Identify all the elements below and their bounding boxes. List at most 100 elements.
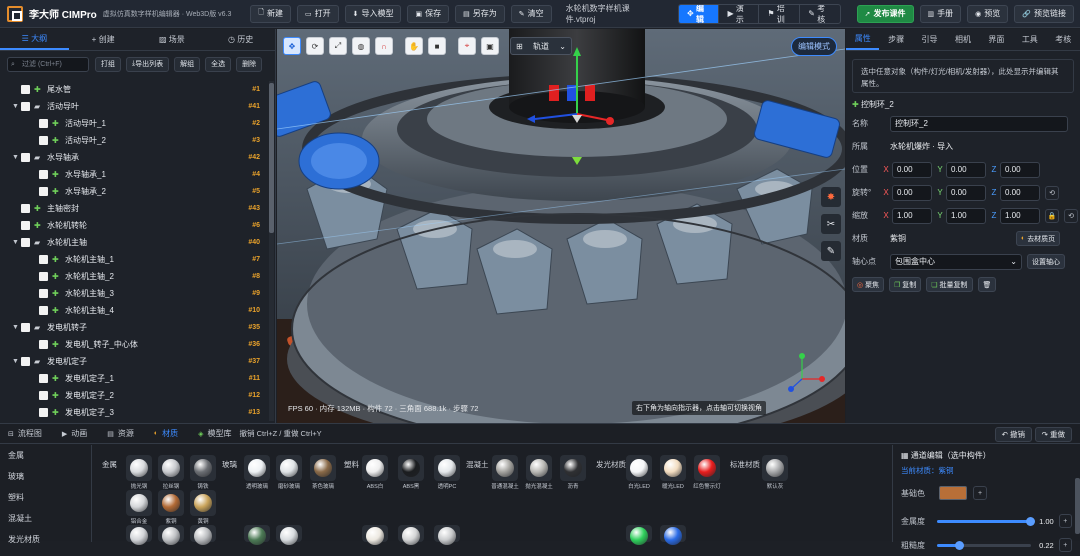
add-metalness-icon[interactable]: + (1058, 514, 1072, 528)
outline-scrollbar[interactable] (269, 81, 274, 421)
material-category-item[interactable]: 玻璃 (0, 466, 91, 487)
tree-node[interactable]: ▼ ▰ 发电机定子 #37 (0, 353, 268, 370)
mode-exam[interactable]: ✎ 考核 (800, 5, 839, 23)
slider-knob[interactable] (1026, 516, 1036, 526)
open-button[interactable]: ▭ 打开 (296, 4, 339, 23)
tab-animation[interactable]: ▶ 动画 (62, 428, 87, 439)
tree-node[interactable]: ✚ 水轮机主轴_2 #8 (0, 268, 268, 285)
orbit-icon[interactable]: ⟳ (306, 37, 324, 55)
save-button[interactable]: ▣ 保存 (407, 4, 450, 23)
import-model-button[interactable]: ⬇ 导入模型 (344, 4, 402, 23)
redo-button[interactable]: ↷ 重做 (1034, 427, 1072, 442)
filter-input[interactable]: 过滤 (Ctrl+F) (7, 56, 89, 72)
visibility-checkbox[interactable] (39, 136, 48, 145)
mode-demo[interactable]: ▶ 演示 (719, 4, 760, 23)
tab-guide[interactable]: 引导 (913, 29, 946, 50)
visibility-checkbox[interactable] (39, 340, 48, 349)
tree-node[interactable]: ✚ 发电机定子_2 #12 (0, 387, 268, 404)
material-swatch[interactable] (276, 455, 302, 481)
visibility-checkbox[interactable] (21, 357, 30, 366)
material-swatch[interactable] (158, 490, 184, 516)
export-list-button[interactable]: ⤓ 导出列表 (126, 56, 170, 72)
trash-button[interactable]: 🗑 (977, 277, 997, 292)
add-roughness-icon[interactable]: + (1058, 538, 1072, 552)
tab-resources[interactable]: ▤ 资源 (107, 428, 134, 439)
clear-button[interactable]: ✎ 清空 (510, 4, 552, 23)
visibility-checkbox[interactable] (39, 255, 48, 264)
tree-node[interactable]: ✚ 主轴密封 #43 (0, 200, 268, 217)
tab-model-library[interactable]: ◈ 模型库 (198, 428, 231, 439)
mode-training[interactable]: ⚑ 培训 (759, 4, 801, 23)
material-swatch[interactable] (434, 455, 460, 481)
globe-icon[interactable]: ◍ (352, 37, 370, 55)
manual-button[interactable]: ▥ 手册 (919, 4, 962, 23)
measure-icon[interactable]: ⌖ (458, 37, 476, 55)
rotation-z-field[interactable]: 0.00 (1000, 184, 1040, 201)
slider-knob[interactable] (954, 540, 964, 550)
undo-button[interactable]: ↶ 撤销 (994, 427, 1032, 442)
material-category-item[interactable]: 发光材质 (0, 529, 91, 550)
tree-node[interactable]: ✚ 水导轴承_2 #5 (0, 183, 268, 200)
tab-tools[interactable]: 工具 (1013, 29, 1046, 50)
tab-exam[interactable]: 考核 (1047, 29, 1080, 50)
material-swatch[interactable] (190, 455, 216, 481)
publish-button[interactable]: ➚ 发布课件 (856, 4, 914, 23)
explode-icon[interactable]: ✸ (821, 187, 841, 207)
cut-icon[interactable]: ✂ (821, 214, 841, 234)
material-category-item[interactable]: 塑料 (0, 487, 91, 508)
visibility-checkbox[interactable] (39, 187, 48, 196)
tab-interface[interactable]: 界面 (980, 29, 1013, 50)
move-icon[interactable]: ⤢ (329, 37, 347, 55)
visibility-checkbox[interactable] (39, 391, 48, 400)
tree-node[interactable]: ▼ ▰ 活动导叶 #41 (0, 98, 268, 115)
material-swatch[interactable] (190, 525, 216, 545)
save-as-button[interactable]: ▤ 另存为 (455, 4, 505, 23)
tree-node[interactable]: ✚ 水轮机主轴_3 #9 (0, 285, 268, 302)
material-swatch[interactable] (398, 525, 424, 545)
material-swatch[interactable] (560, 455, 586, 481)
lock-icon[interactable]: 🔒 (1045, 208, 1059, 223)
material-swatch[interactable] (362, 525, 388, 545)
material-swatch[interactable] (492, 455, 518, 481)
visibility-checkbox[interactable] (21, 204, 30, 213)
visibility-checkbox[interactable] (21, 221, 30, 230)
preview-button[interactable]: ◉ 预览 (967, 4, 1009, 23)
tree-node[interactable]: ✚ 水导轴承_1 #4 (0, 166, 268, 183)
copy-button[interactable]: ❐ 复制 (889, 277, 922, 292)
visibility-checkbox[interactable] (21, 323, 30, 332)
3d-viewport[interactable]: ✥ ⟳ ⤢ ◍ ∩ ✋ ■ ⌖ ▣ ⊞ 轨道 ⌄ 编辑模式 ✸ ✂ ✎ FPS 60 · 内存 13… (277, 29, 845, 423)
material-swatch[interactable] (158, 455, 184, 481)
visibility-checkbox[interactable] (39, 408, 48, 417)
material-swatch[interactable] (626, 455, 652, 481)
material-swatch[interactable] (694, 455, 720, 481)
expand-toggle-icon[interactable]: ▼ (12, 324, 21, 331)
material-swatch[interactable] (310, 455, 336, 481)
tree-node[interactable]: ✚ 发电机_转子_中心体 #36 (0, 336, 268, 353)
visibility-checkbox[interactable] (39, 374, 48, 383)
tab-history[interactable]: ◷ 历史 (206, 29, 275, 50)
tab-steps[interactable]: 步骤 (879, 29, 912, 50)
expand-toggle-icon[interactable]: ▼ (12, 103, 21, 110)
visibility-checkbox[interactable] (21, 102, 30, 111)
name-field[interactable]: 控制环_2 (890, 115, 1068, 132)
visibility-checkbox[interactable] (39, 289, 48, 298)
tree-node[interactable]: ▼ ▰ 发电机转子 #35 (0, 319, 268, 336)
material-swatch[interactable] (526, 455, 552, 481)
position-x-field[interactable]: 0.00 (892, 161, 932, 178)
select-icon[interactable]: ✥ (283, 37, 301, 55)
material-swatch[interactable] (660, 455, 686, 481)
add-color-icon[interactable]: + (973, 486, 987, 500)
editor-scrollbar[interactable] (1075, 478, 1080, 534)
material-swatch[interactable] (126, 525, 152, 545)
material-swatch[interactable] (126, 455, 152, 481)
material-swatch[interactable] (276, 525, 302, 545)
pivot-select[interactable]: 包围盒中心 ⌄ (890, 253, 1022, 270)
tree-node[interactable]: ✚ 水轮机主轴_1 #7 (0, 251, 268, 268)
tab-scene[interactable]: ▨ 场景 (138, 29, 207, 50)
magnet-icon[interactable]: ∩ (375, 37, 393, 55)
rotation-y-field[interactable]: 0.00 (946, 184, 986, 201)
box-icon[interactable]: ■ (428, 37, 446, 55)
visibility-checkbox[interactable] (39, 272, 48, 281)
material-category-item[interactable]: 金属 (0, 445, 91, 466)
scale-y-field[interactable]: 1.00 (946, 207, 986, 224)
